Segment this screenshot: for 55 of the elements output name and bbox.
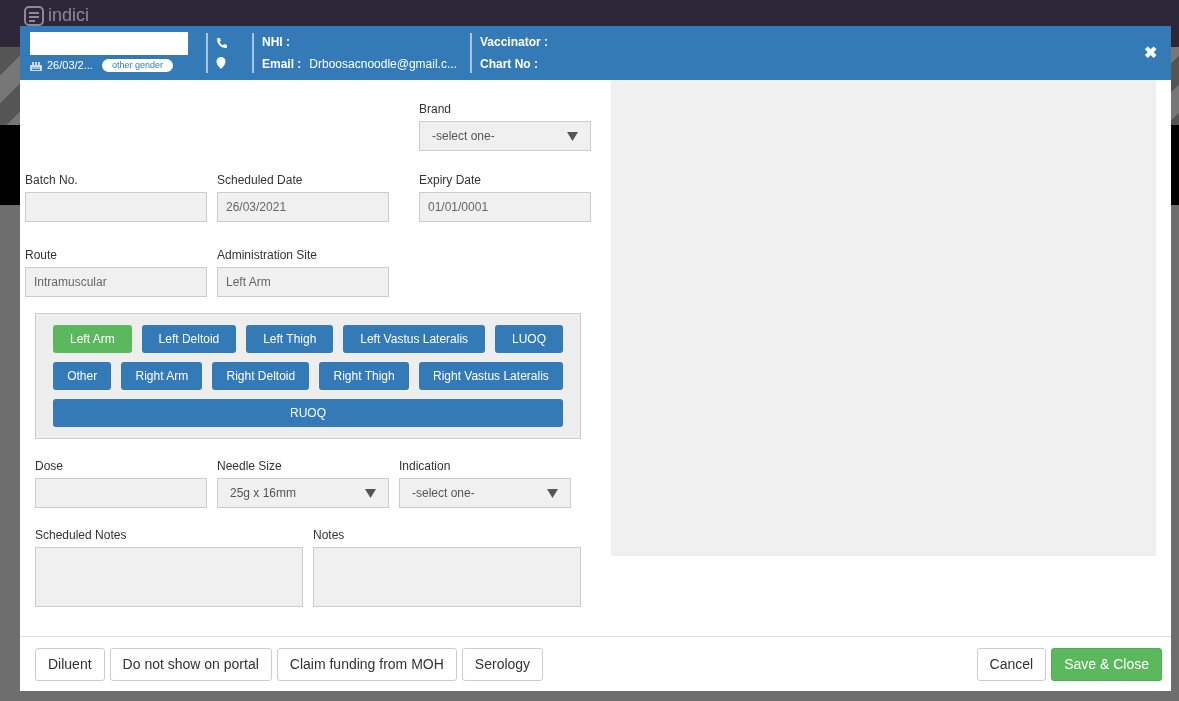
logo-icon xyxy=(24,6,44,26)
input-field[interactable]: 26/03/2021 xyxy=(217,192,389,222)
site-button[interactable]: Right Thigh xyxy=(319,362,409,390)
site-button[interactable]: Other xyxy=(53,362,112,390)
input-field[interactable] xyxy=(25,192,207,222)
site-button[interactable]: Left Arm xyxy=(53,325,132,353)
site-button[interactable]: Left Thigh xyxy=(246,325,334,353)
input-field[interactable]: Intramuscular xyxy=(25,267,207,297)
close-button[interactable]: ✖ xyxy=(1144,41,1157,65)
input-field[interactable]: 01/01/0001 xyxy=(419,192,591,222)
field-label: Scheduled Notes xyxy=(35,527,128,544)
field-label: Dose xyxy=(35,458,64,475)
field-label: Brand xyxy=(419,101,453,118)
map-marker-icon xyxy=(216,57,226,69)
email-label: Email : xyxy=(262,56,302,73)
field-label: Administration Site xyxy=(217,247,319,264)
notes-field[interactable] xyxy=(35,547,303,607)
logo-text: indici xyxy=(48,6,90,24)
date-of-birth: 26/03/2... xyxy=(47,58,93,74)
field-label: Route xyxy=(25,247,59,264)
save-button[interactable]: Save & Close xyxy=(1051,647,1162,681)
site-button[interactable]: Left Vastus Lateralis xyxy=(343,325,486,353)
vaccinator-label: Vaccinator : xyxy=(480,34,549,51)
notes-field[interactable] xyxy=(313,547,581,607)
field-label: Needle Size xyxy=(217,458,283,475)
field-label: Expiry Date xyxy=(419,172,483,189)
select-field[interactable]: -select one- xyxy=(419,121,591,151)
email-value: Drboosacnoodle@gmail.c... xyxy=(309,56,457,73)
field-label: Batch No. xyxy=(25,172,79,189)
site-button[interactable]: Left Deltoid xyxy=(141,325,237,353)
input-field[interactable]: Left Arm xyxy=(217,267,389,297)
dropdown-caret-icon xyxy=(567,131,578,141)
select-field[interactable]: 25g x 16mm xyxy=(217,478,389,508)
dropdown-caret-icon xyxy=(547,488,558,498)
input-field[interactable] xyxy=(35,478,207,508)
nhi-label: NHI : xyxy=(262,34,291,51)
field-label: Notes xyxy=(313,527,346,544)
site-button[interactable]: RUOQ xyxy=(53,399,563,427)
phone-icon xyxy=(216,37,228,49)
site-button[interactable]: LUOQ xyxy=(495,325,563,353)
footer-button[interactable]: Diluent xyxy=(35,647,105,681)
select-field[interactable]: -select one- xyxy=(399,478,571,508)
site-button[interactable]: Right Arm xyxy=(121,362,203,390)
chart-number-label: Chart No : xyxy=(480,56,539,73)
cake-icon xyxy=(30,60,42,71)
field-label: Scheduled Date xyxy=(217,172,304,189)
cancel-button[interactable]: Cancel xyxy=(976,647,1047,681)
gender-badge: other gender xyxy=(101,59,173,72)
footer-button[interactable]: Do not show on portal xyxy=(109,647,272,681)
dropdown-caret-icon xyxy=(365,488,376,498)
field-label: Indication xyxy=(399,458,452,475)
footer-button[interactable]: Claim funding from MOH xyxy=(276,647,457,681)
site-button[interactable]: Right Deltoid xyxy=(212,362,310,390)
site-button[interactable]: Right Vastus Lateralis xyxy=(418,362,563,390)
footer-button[interactable]: Serology xyxy=(461,647,544,681)
